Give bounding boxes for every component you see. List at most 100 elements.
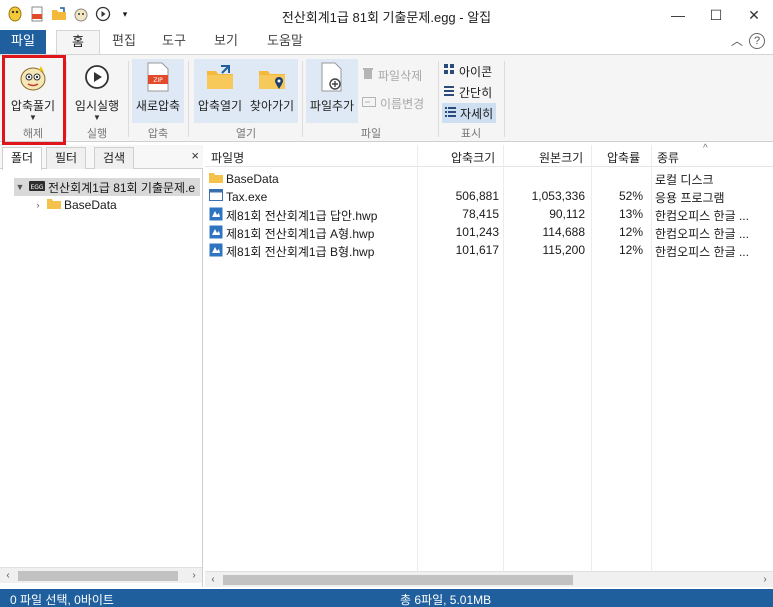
tab-home[interactable]: 홈 xyxy=(56,30,100,55)
hwp-icon xyxy=(209,243,223,260)
file-row[interactable]: Tax.exe 506,881 1,053,336 52% 응용 프로그램 xyxy=(205,187,773,205)
folder-panel-scrollbar[interactable]: ‹ › xyxy=(0,567,202,583)
file-type: 응용 프로그램 xyxy=(655,191,725,205)
file-name: 제81회 전산회계1급 답안.hwp xyxy=(226,209,378,223)
app-logo-icon[interactable] xyxy=(6,5,24,23)
group-label-file: 파일 xyxy=(360,128,382,140)
tab-filter[interactable]: 필터 xyxy=(46,147,87,169)
play-icon[interactable] xyxy=(94,5,112,23)
svg-text:EGG: EGG xyxy=(30,184,43,191)
file-row[interactable]: 제81회 전산회계1급 B형.hwp 101,617 115,200 12% 한컴오피스… xyxy=(205,241,773,259)
grid-icon xyxy=(444,64,455,78)
rename-button[interactable]: 이름변경 xyxy=(362,93,424,113)
add-file-button[interactable]: 파일추가 xyxy=(306,59,358,123)
compressed-size: 101,243 xyxy=(455,225,499,239)
tab-help[interactable]: 도움말 xyxy=(260,30,310,54)
column-original-size[interactable]: 원본크기 xyxy=(539,149,583,166)
total-status: 총 6파일, 5.01MB xyxy=(400,593,492,607)
group-label-open: 열기 xyxy=(235,128,257,140)
selection-status: 0 파일 선택, 0바이트 xyxy=(10,593,114,607)
compression-ratio: 13% xyxy=(618,207,643,221)
rename-icon xyxy=(362,96,376,110)
hwp-icon xyxy=(209,225,223,242)
column-compressed-size[interactable]: 압축크기 xyxy=(451,149,495,166)
new-zip-icon[interactable] xyxy=(28,5,46,23)
find-location-icon xyxy=(246,59,298,95)
scroll-right-icon[interactable]: › xyxy=(186,568,202,584)
view-simple-button[interactable]: 간단히 xyxy=(444,82,492,102)
open-folder-icon[interactable] xyxy=(50,5,68,23)
ribbon-divider xyxy=(128,61,129,137)
minimize-button[interactable]: — xyxy=(659,0,697,30)
highlight-box xyxy=(2,55,66,145)
file-row[interactable]: 제81회 전산회계1급 답안.hwp 78,415 90,112 13% 한컴오피스 한… xyxy=(205,205,773,223)
file-name-cell: 제81회 전산회계1급 A형.hwp xyxy=(209,225,415,242)
column-ratio[interactable]: 압축률 xyxy=(607,149,640,166)
expanded-chevron-icon[interactable]: ▼ xyxy=(14,182,26,192)
file-name-cell: 제81회 전산회계1급 답안.hwp xyxy=(209,207,415,224)
tab-file[interactable]: 파일 xyxy=(0,30,46,54)
find-button[interactable]: 찾아가기 xyxy=(246,59,298,123)
delete-file-button[interactable]: 파일삭제 xyxy=(362,65,422,85)
file-row[interactable]: BaseData 로컬 디스크 xyxy=(205,169,773,187)
scroll-right-icon[interactable]: › xyxy=(757,572,773,588)
column-name[interactable]: 파일명 xyxy=(211,149,244,166)
add-file-icon xyxy=(306,59,358,95)
view-icon-label: 아이콘 xyxy=(459,64,493,79)
temp-run-button[interactable]: 임시실행 ▼ xyxy=(70,59,124,123)
group-label-compress: 압축 xyxy=(147,128,169,140)
tab-tools[interactable]: 도구 xyxy=(154,30,194,54)
dropdown-icon[interactable]: ▾ xyxy=(116,5,134,23)
help-icon[interactable]: ? xyxy=(749,32,765,49)
open-zip-label: 압축열기 xyxy=(197,99,243,113)
compression-ratio: 52% xyxy=(618,189,643,203)
exe-icon xyxy=(209,189,223,204)
view-icon-button[interactable]: 아이콘 xyxy=(444,61,492,81)
group-label-display: 표시 xyxy=(460,128,482,140)
collapse-ribbon-icon[interactable]: ︿ xyxy=(731,32,743,49)
file-name: 제81회 전산회계1급 A형.hwp xyxy=(226,227,375,241)
tab-view[interactable]: 보기 xyxy=(206,30,246,54)
ribbon-tabs: 파일 홈 편집 도구 보기 도움말 ︿ ? xyxy=(0,30,773,55)
tree-node-archive[interactable]: ▼ EGG 전산회계1급 81회 기출문제.e xyxy=(14,178,200,196)
compressed-size: 78,415 xyxy=(462,207,499,221)
column-type[interactable]: 종류 xyxy=(657,149,679,166)
temp-run-dropdown-icon[interactable]: ▼ xyxy=(70,114,124,122)
tree-node-basedata[interactable]: › BaseData xyxy=(32,196,117,214)
compressed-size: 101,617 xyxy=(455,243,499,257)
scrollbar-thumb[interactable] xyxy=(18,571,178,581)
tree-node-label: BaseData xyxy=(64,198,117,212)
new-zip-button[interactable]: ZIP 새로압축 xyxy=(132,59,184,123)
column-header: 파일명 압축크기 원본크기 압축률 종류 ^ xyxy=(205,143,773,167)
tab-search[interactable]: 검색 xyxy=(94,147,135,169)
play-circle-icon xyxy=(70,59,124,95)
open-folder-icon xyxy=(194,59,246,95)
quick-access-toolbar: ▾ xyxy=(6,5,134,23)
add-file-label: 파일추가 xyxy=(309,99,355,113)
tab-folder[interactable]: 폴더 xyxy=(2,147,43,170)
file-list-scrollbar[interactable]: ‹ › xyxy=(205,571,773,587)
file-name-cell: Tax.exe xyxy=(209,189,415,204)
extract-icon[interactable] xyxy=(72,5,90,23)
collapsed-chevron-icon[interactable]: › xyxy=(32,200,44,210)
scroll-left-icon[interactable]: ‹ xyxy=(205,572,221,588)
view-simple-label: 간단히 xyxy=(459,85,493,100)
maximize-button[interactable]: ☐ xyxy=(697,0,735,30)
file-list: 파일명 압축크기 원본크기 압축률 종류 ^ BaseData 로컬 디스크 Tax… xyxy=(205,143,773,587)
original-size: 90,112 xyxy=(549,207,585,221)
file-name-cell: 제81회 전산회계1급 B형.hwp xyxy=(209,243,415,260)
folder-panel: 폴더 필터 검색 × ▼ EGG 전산회계1급 81회 기출문제.e › Bas… xyxy=(0,145,203,587)
close-button[interactable]: ✕ xyxy=(735,0,773,30)
tab-edit[interactable]: 편집 xyxy=(104,30,144,54)
ribbon-divider xyxy=(66,61,67,137)
scroll-left-icon[interactable]: ‹ xyxy=(0,568,16,584)
group-label-run: 실행 xyxy=(86,128,108,140)
open-zip-button[interactable]: 압축열기 xyxy=(194,59,246,123)
close-panel-icon[interactable]: × xyxy=(191,148,199,163)
original-size: 114,688 xyxy=(542,225,586,239)
view-detail-button[interactable]: 자세히 xyxy=(442,103,497,123)
file-type: 한컴오피스 한글 ... xyxy=(655,245,749,259)
ribbon-divider xyxy=(188,61,189,137)
file-row[interactable]: 제81회 전산회계1급 A형.hwp 101,243 114,688 12% 한컴오피스… xyxy=(205,223,773,241)
scrollbar-thumb[interactable] xyxy=(223,575,573,585)
